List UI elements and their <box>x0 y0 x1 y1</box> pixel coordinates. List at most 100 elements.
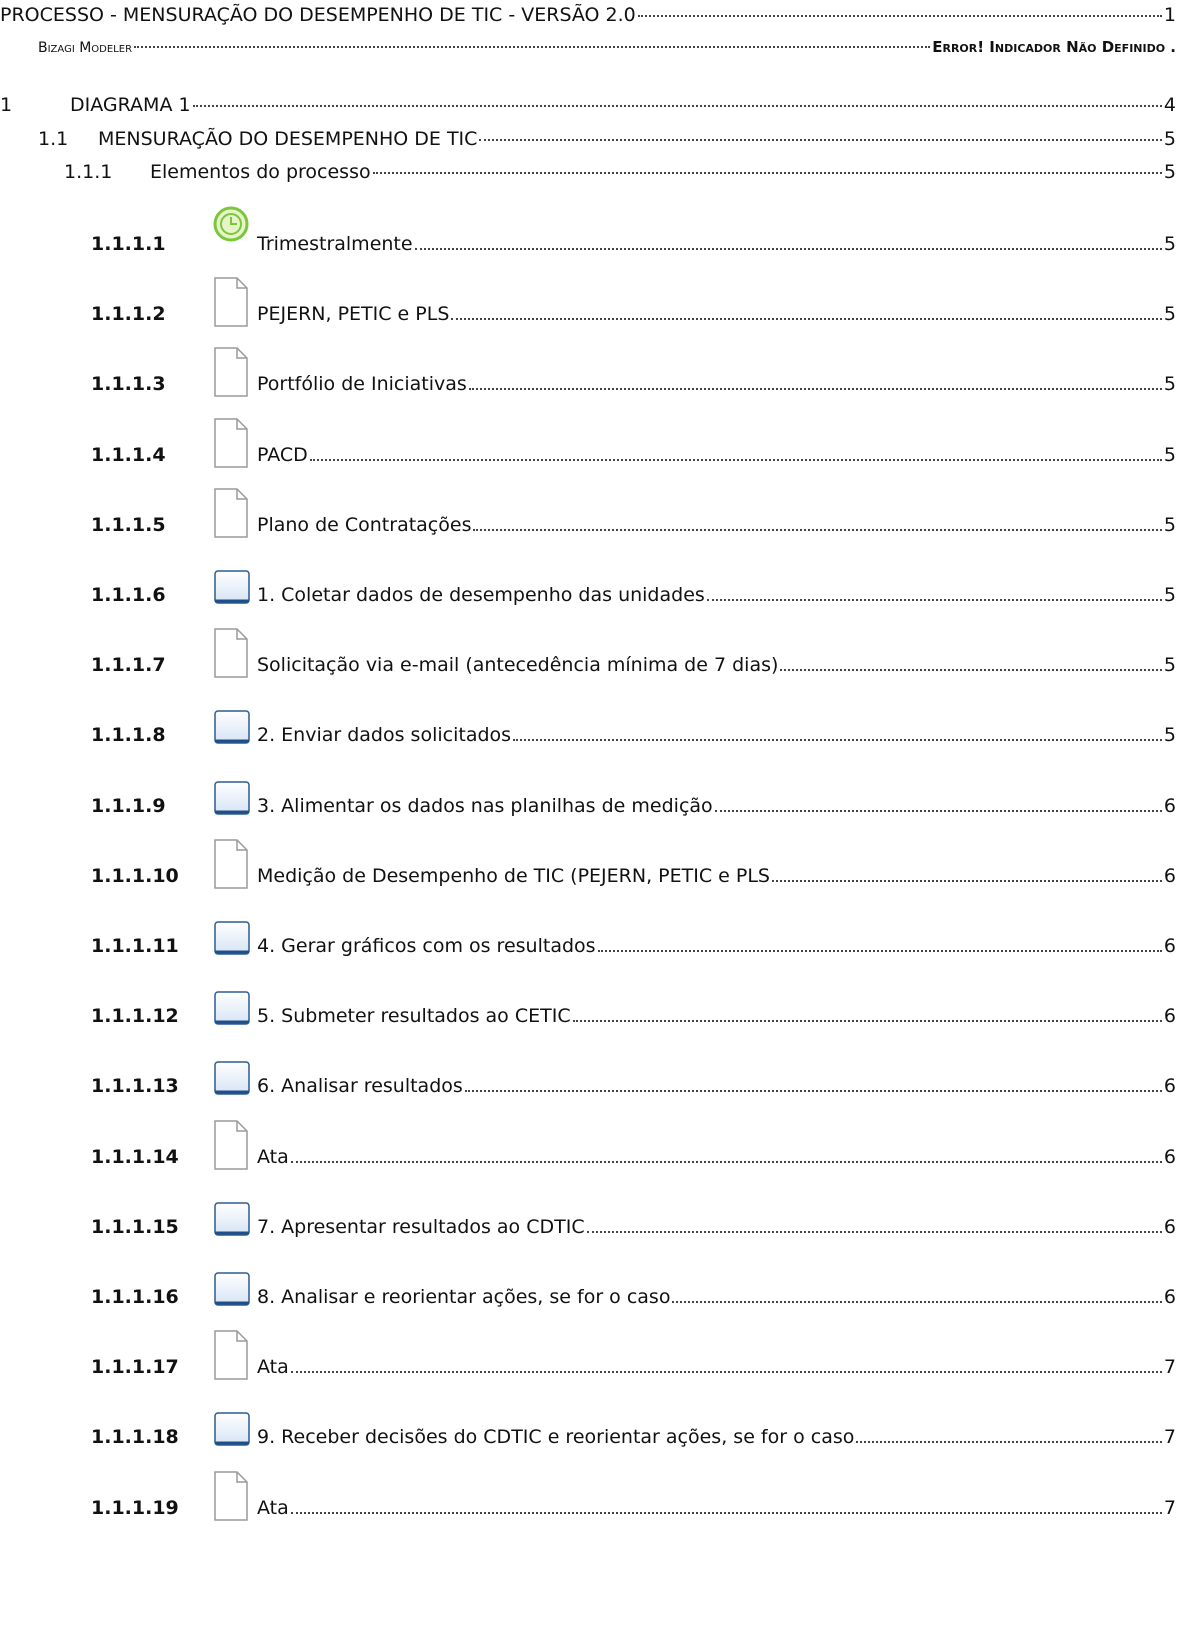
toc-entry-title: 7. Apresentar resultados ao CDTIC <box>257 1215 585 1238</box>
toc-element-entry[interactable]: 1.1.1.2 PEJERN, PETIC e PLS 5 <box>0 276 1190 328</box>
toc-entry-title: 3. Alimentar os dados nas planilhas de m… <box>257 794 713 817</box>
document-icon <box>211 627 257 679</box>
toc-entry-title: 5. Submeter resultados ao CETIC <box>257 1005 571 1028</box>
toc-entry-title: PEJERN, PETIC e PLS <box>257 303 450 326</box>
toc-entry-title: 8. Analisar e reorientar ações, se for o… <box>257 1286 671 1308</box>
toc-entry-number: 1.1.1.15 <box>91 1215 179 1238</box>
toc-entry-title: PACD <box>257 443 308 466</box>
toc-element-entry[interactable]: 1.1.1.12 5. Submeter resultados ao CETIC 6 <box>0 978 1190 1030</box>
task-icon <box>211 1189 257 1241</box>
toc-entry-number: 1.1.1.11 <box>91 935 179 957</box>
document-icon <box>211 1329 257 1381</box>
toc-entry-title: Medição de Desempenho de TIC (PEJERN, PE… <box>257 864 770 887</box>
dot-leader <box>513 739 1162 742</box>
toc-element-entry[interactable]: 1.1.1.7 Solicitação via e-mail (antecedên… <box>0 627 1190 679</box>
toc-element-entry[interactable]: 1.1.1.18 9. Receber decisões do CDTIC e r… <box>0 1399 1190 1451</box>
toc-entry-title: Portfólio de Iniciativas <box>257 373 467 396</box>
toc-element-entry[interactable]: 1.1.1.6 1. Coletar dados de desempenho da… <box>0 557 1190 609</box>
toc-entry-title: 6. Analisar resultados <box>257 1075 463 1098</box>
toc-entry-number: 1.1.1.8 <box>91 724 166 747</box>
dot-leader <box>856 1441 1162 1444</box>
toc-entry-process[interactable]: 1.1 MENSURAÇÃO DO DESEMPENHO DE TIC 5 <box>0 128 1190 150</box>
toc-element-entry[interactable]: 1.1.1.14 Ata 6 <box>0 1119 1190 1171</box>
task-icon <box>211 697 257 749</box>
dot-leader <box>597 950 1162 952</box>
toc-element-entry[interactable]: 1.1.1.1 Trimestralmente 5 <box>0 206 1190 258</box>
dot-leader <box>672 1301 1162 1303</box>
toc-element-entry[interactable]: 1.1.1.10 Medição de Desempenho de TIC (PE… <box>0 838 1190 890</box>
toc-entry-page: 6 <box>1163 1215 1176 1238</box>
dot-leader <box>468 388 1162 391</box>
toc-entry-page: 7 <box>1163 1426 1176 1449</box>
toc-entry-modeler[interactable]: Bizagi Modeler Error! Indicador Não Defi… <box>0 38 1190 56</box>
toc-entry-page: 6 <box>1163 1005 1176 1028</box>
toc-entry-number: 1.1.1.14 <box>91 1145 179 1168</box>
toc-entry-page: 5 <box>1163 233 1176 255</box>
toc-entry-number: 1.1.1.12 <box>91 1005 179 1028</box>
dot-leader <box>309 458 1162 461</box>
document-icon <box>211 838 257 890</box>
task-icon <box>211 1048 257 1100</box>
toc-entry-elements[interactable]: 1.1.1 Elementos do processo 5 <box>0 161 1190 183</box>
toc-entry-page: 5 <box>1163 654 1176 677</box>
dot-leader <box>134 46 931 48</box>
toc-element-entry[interactable]: 1.1.1.17 Ata 7 <box>0 1329 1190 1381</box>
document-icon <box>211 346 257 398</box>
task-icon <box>211 768 257 820</box>
task-icon <box>211 1399 257 1451</box>
toc-entry-page: 6 <box>1163 1145 1176 1168</box>
dot-leader <box>714 809 1162 812</box>
toc-entry-title: Ata <box>257 1356 289 1379</box>
task-icon <box>211 1259 257 1311</box>
dot-leader <box>192 105 1162 107</box>
toc-entry-page: 7 <box>1163 1496 1176 1519</box>
dot-leader <box>451 318 1162 321</box>
dot-leader <box>706 599 1162 601</box>
toc-entry-title: 2. Enviar dados solicitados <box>257 724 512 747</box>
toc-entry-number: 1.1.1.13 <box>91 1075 179 1098</box>
toc-element-entry[interactable]: 1.1.1.4 PACD 5 <box>0 417 1190 469</box>
toc-element-entry[interactable]: 1.1.1.15 7. Apresentar resultados ao CDTI… <box>0 1189 1190 1241</box>
dot-leader <box>473 528 1162 531</box>
toc-entry-page: 5 <box>1163 161 1176 183</box>
toc-element-entry[interactable]: 1.1.1.3 Portfólio de Iniciativas 5 <box>0 346 1190 398</box>
toc-element-entry[interactable]: 1.1.1.5 Plano de Contratações 5 <box>0 487 1190 539</box>
dot-leader <box>637 15 1162 17</box>
toc-element-entry[interactable]: 1.1.1.11 4. Gerar gráficos com os resulta… <box>0 908 1190 960</box>
toc-entry-page: 1 <box>1163 4 1176 26</box>
toc-entry-title: 9. Receber decisões do CDTIC e reorienta… <box>257 1426 855 1449</box>
toc-entry-number: 1.1.1.7 <box>91 654 166 677</box>
toc-entry-heading[interactable]: PROCESSO - MENSURAÇÃO DO DESEMPENHO DE T… <box>0 4 1190 26</box>
toc-entry-number: 1.1.1.4 <box>91 443 166 466</box>
toc-entry-page: 7 <box>1163 1356 1176 1379</box>
toc-entry-number: 1.1.1.18 <box>91 1426 179 1449</box>
toc-entry-title: Bizagi Modeler <box>38 40 133 56</box>
toc-entry-number: 1.1.1.1 <box>91 233 166 255</box>
toc-entry-title: 4. Gerar gráficos com os resultados <box>257 935 596 957</box>
toc-entry-number: 1.1.1.6 <box>91 584 166 606</box>
toc-entry-title: Solicitação via e-mail (antecedência mín… <box>257 654 779 677</box>
toc-entry-page: 6 <box>1163 935 1176 957</box>
task-icon <box>211 557 257 609</box>
toc-entry-page: 6 <box>1163 864 1176 887</box>
toc-entry-number: 1.1.1.19 <box>91 1496 179 1519</box>
toc-entry-title: MENSURAÇÃO DO DESEMPENHO DE TIC <box>98 128 478 150</box>
toc-entry-diagram[interactable]: 1 DIAGRAMA 1 4 <box>0 94 1190 116</box>
toc-element-entry[interactable]: 1.1.1.19 Ata 7 <box>0 1470 1190 1522</box>
toc-element-entry[interactable]: 1.1.1.9 3. Alimentar os dados nas planilh… <box>0 768 1190 820</box>
toc-entry-number: 1.1.1.2 <box>91 303 166 326</box>
toc-entry-page: 6 <box>1163 1286 1176 1308</box>
dot-leader <box>780 669 1162 672</box>
toc-element-entry[interactable]: 1.1.1.13 6. Analisar resultados 6 <box>0 1048 1190 1100</box>
toc-element-entry[interactable]: 1.1.1.8 2. Enviar dados solicitados 5 <box>0 697 1190 749</box>
dot-leader <box>290 1511 1162 1514</box>
dot-leader <box>572 1020 1162 1023</box>
toc-entry-title: Plano de Contratações <box>257 513 472 536</box>
toc-entry-page: 5 <box>1163 128 1176 150</box>
dot-leader <box>372 172 1162 174</box>
task-icon <box>211 978 257 1030</box>
toc-element-entry[interactable]: 1.1.1.16 8. Analisar e reorientar ações, … <box>0 1259 1190 1311</box>
document-icon <box>211 276 257 328</box>
document-icon <box>211 1119 257 1171</box>
toc-entry-page: Error! Indicador Não Definido . <box>932 38 1176 56</box>
